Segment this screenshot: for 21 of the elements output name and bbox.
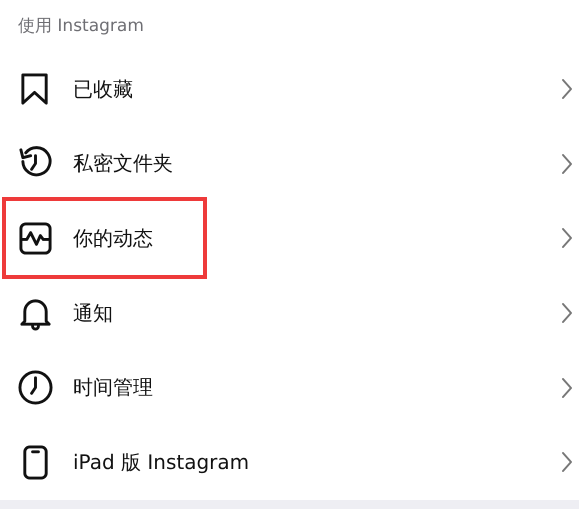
- chevron-right-icon: [561, 152, 573, 175]
- clock-icon: [18, 370, 53, 406]
- menu-item[interactable]: 通知: [0, 276, 579, 350]
- chevron-right-icon: [561, 78, 573, 100]
- menu-item-label: 你的动态: [73, 224, 154, 252]
- menu-item-label: iPad 版 Instagram: [73, 448, 250, 476]
- menu-item[interactable]: 时间管理: [0, 350, 579, 425]
- menu-item-label: 时间管理: [73, 374, 154, 402]
- menu-item-label: 已收藏: [73, 76, 134, 103]
- menu-item[interactable]: iPad 版 Instagram: [0, 424, 579, 500]
- chevron-right-icon: [561, 302, 573, 324]
- menu-item[interactable]: 你的动态: [0, 201, 579, 276]
- chevron-right-icon: [561, 376, 573, 399]
- menu-item-label: 私密文件夹: [73, 150, 174, 178]
- section-title: 使用 Instagram: [18, 14, 144, 36]
- menu-item[interactable]: 私密文件夹: [0, 126, 579, 202]
- menu-item-label: 通知: [73, 300, 114, 327]
- activity-icon: [18, 220, 53, 256]
- chevron-right-icon: [561, 227, 573, 250]
- chevron-right-icon: [561, 451, 573, 474]
- menu-item[interactable]: 已收藏: [0, 52, 579, 127]
